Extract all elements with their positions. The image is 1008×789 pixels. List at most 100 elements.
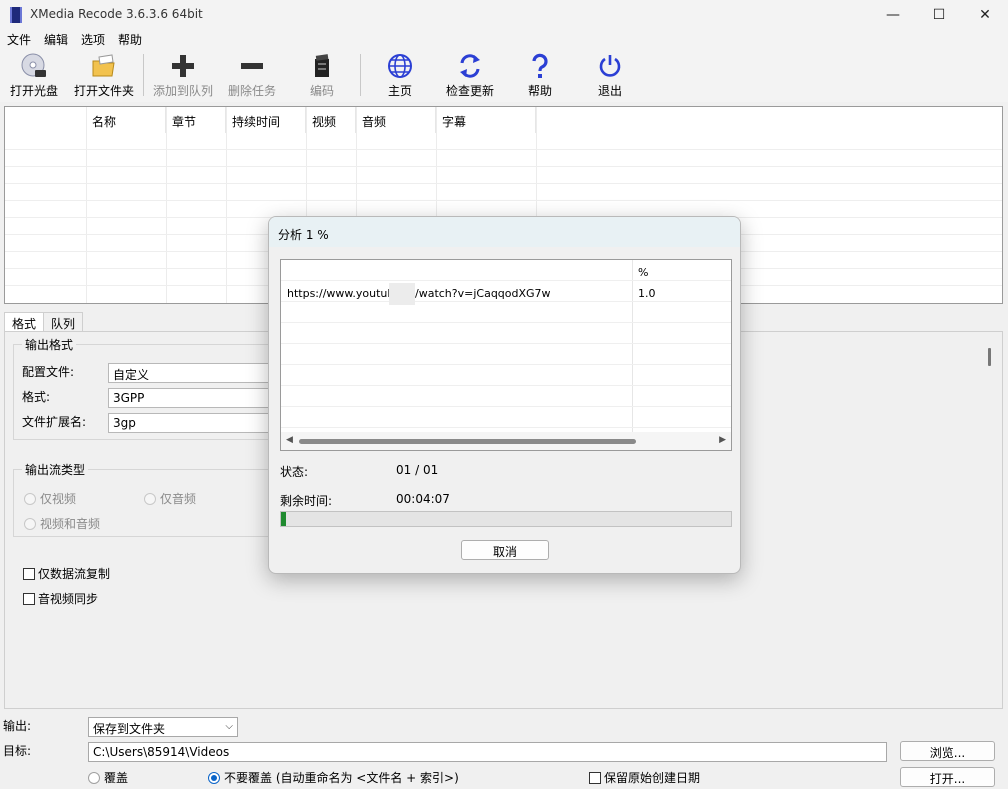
remaining-time-label: 剩余时间:: [280, 494, 333, 508]
output-select[interactable]: 保存到文件夹 ⌵: [88, 717, 238, 737]
output-label: 输出:: [3, 719, 32, 733]
encode-button[interactable]: 编码: [296, 52, 348, 100]
window-title: XMedia Recode 3.6.3.6 64bit: [30, 7, 203, 21]
format-label: 格式:: [22, 390, 51, 404]
item-url-start: https://www.youtub: [287, 287, 395, 300]
disc-icon: [21, 53, 46, 77]
open-button[interactable]: 打开...: [900, 767, 995, 787]
home-button[interactable]: 主页: [372, 52, 428, 100]
item-percent: 1.0: [638, 287, 656, 300]
av-sync-label: 音视频同步: [38, 592, 99, 606]
radio-circle: [88, 771, 100, 784]
close-button[interactable]: ✕: [962, 0, 1008, 30]
menu-edit[interactable]: 编辑: [37, 30, 74, 48]
question-mark-icon: [532, 53, 548, 78]
keep-date-checkbox[interactable]: 保留原始创建日期: [589, 769, 700, 786]
analysis-dialog: 分析 1 % % https://www.youtub /watch?v=jCa…: [268, 216, 741, 574]
radio-circle-selected: [208, 771, 220, 784]
output-value: 保存到文件夹: [93, 722, 166, 736]
no-overwrite-radio[interactable]: 不要覆盖 (自动重命名为 <文件名 + 索引>): [208, 769, 459, 786]
av-sync-checkbox[interactable]: 音视频同步: [23, 590, 98, 607]
scrollbar-thumb[interactable]: [299, 439, 636, 444]
horizontal-scrollbar[interactable]: ◀ ▶: [281, 432, 731, 450]
file-list-header: 名称 章节 持续时间 视频 音频 字幕: [5, 107, 1002, 133]
status-value: 01 / 01: [396, 463, 439, 477]
plus-icon: [172, 55, 194, 77]
open-disc-label: 打开光盘: [9, 84, 58, 98]
column-duration[interactable]: 持续时间: [226, 107, 306, 133]
add-queue-button[interactable]: 添加到队列: [150, 52, 216, 100]
open-disc-button[interactable]: 打开光盘: [6, 52, 62, 100]
table-row: [5, 184, 1002, 201]
globe-icon: [388, 54, 412, 78]
toolbar: 打开光盘 打开文件夹 添加到队列 删除任务 编码 主页 检查更新 帮助 退出: [0, 48, 1008, 102]
output-stream-title: 输出流类型: [22, 461, 89, 478]
table-row: [281, 323, 731, 344]
target-path-input[interactable]: C:\Users\85914\Videos: [88, 742, 887, 762]
overwrite-label: 覆盖: [104, 771, 129, 785]
refresh-icon: [460, 54, 480, 78]
output-format-title: 输出格式: [22, 336, 77, 353]
progress-fill: [281, 512, 287, 526]
chevron-down-icon: ⌵: [225, 721, 233, 732]
target-label: 目标:: [3, 744, 32, 758]
profile-label: 配置文件:: [22, 365, 75, 379]
browse-button[interactable]: 浏览...: [900, 741, 995, 761]
table-row: [281, 302, 731, 323]
list-item[interactable]: https://www.youtub /watch?v=jCaqqodXG7w …: [281, 281, 731, 305]
no-overwrite-label: 不要覆盖 (自动重命名为 <文件名 + 索引>): [224, 771, 459, 785]
column-chapter[interactable]: 章节: [166, 107, 226, 133]
toolbar-separator: [143, 54, 144, 96]
help-button[interactable]: 帮助: [514, 52, 566, 100]
keep-date-label: 保留原始创建日期: [604, 771, 701, 785]
check-update-button[interactable]: 检查更新: [440, 52, 500, 100]
scroll-left-icon[interactable]: ◀: [286, 435, 293, 445]
format-select[interactable]: 3GPP: [108, 388, 284, 408]
delete-task-button[interactable]: 删除任务: [224, 52, 280, 100]
menu-options[interactable]: 选项: [74, 30, 111, 48]
extension-select[interactable]: 3gp: [108, 413, 284, 433]
video-audio-radio[interactable]: 视频和音频: [24, 515, 100, 532]
column-name[interactable]: 名称: [86, 107, 166, 133]
menu-file[interactable]: 文件: [0, 30, 37, 48]
minus-icon: [241, 63, 263, 69]
tab-format[interactable]: 格式: [4, 312, 45, 332]
audio-only-radio[interactable]: 仅音频: [144, 490, 196, 507]
cancel-button[interactable]: 取消: [461, 540, 549, 560]
output-format-group: 输出格式 配置文件: 自定义 格式: 3GPP 文件扩展名: 3gp: [13, 336, 284, 440]
scroll-right-icon[interactable]: ▶: [719, 435, 726, 445]
add-queue-label: 添加到队列: [152, 84, 213, 98]
tab-bar: 格式 队列: [4, 312, 84, 332]
output-stream-group: 输出流类型 仅视频 仅音频 视频和音频: [13, 461, 283, 537]
dialog-title: 分析 1 %: [278, 228, 329, 242]
help-label: 帮助: [527, 84, 552, 98]
exit-label: 退出: [597, 84, 622, 98]
open-folder-label: 打开文件夹: [73, 84, 134, 98]
menu-help[interactable]: 帮助: [111, 30, 148, 48]
open-folder-button[interactable]: 打开文件夹: [72, 52, 136, 100]
profile-select[interactable]: 自定义: [108, 363, 284, 383]
folder-icon: [92, 54, 115, 77]
list-header-row: [281, 260, 731, 281]
column-audio[interactable]: 音频: [356, 107, 436, 133]
panel-scrollbar[interactable]: [988, 348, 991, 366]
analysis-list[interactable]: % https://www.youtub /watch?v=jCaqqodXG7…: [280, 259, 732, 451]
minimize-button[interactable]: —: [870, 0, 916, 30]
menu-bar: 文件 编辑 选项 帮助: [0, 30, 1008, 48]
column-subtitle[interactable]: 字幕: [436, 107, 536, 133]
video-only-radio[interactable]: 仅视频: [24, 490, 76, 507]
exit-button[interactable]: 退出: [584, 52, 636, 100]
overwrite-radio[interactable]: 覆盖: [88, 769, 128, 786]
maximize-button[interactable]: ☐: [916, 0, 962, 30]
stream-copy-checkbox[interactable]: 仅数据流复制: [23, 565, 110, 582]
stream-copy-label: 仅数据流复制: [38, 567, 111, 581]
radio-circle: [24, 492, 36, 505]
table-row: [281, 365, 731, 386]
column-video[interactable]: 视频: [306, 107, 356, 133]
title-bar: XMedia Recode 3.6.3.6 64bit — ☐ ✕: [0, 0, 1008, 30]
status-label: 状态:: [280, 465, 309, 479]
toolbar-separator: [360, 54, 361, 96]
table-row: [281, 386, 731, 407]
encode-label: 编码: [309, 84, 334, 98]
tab-queue[interactable]: 队列: [43, 312, 84, 332]
